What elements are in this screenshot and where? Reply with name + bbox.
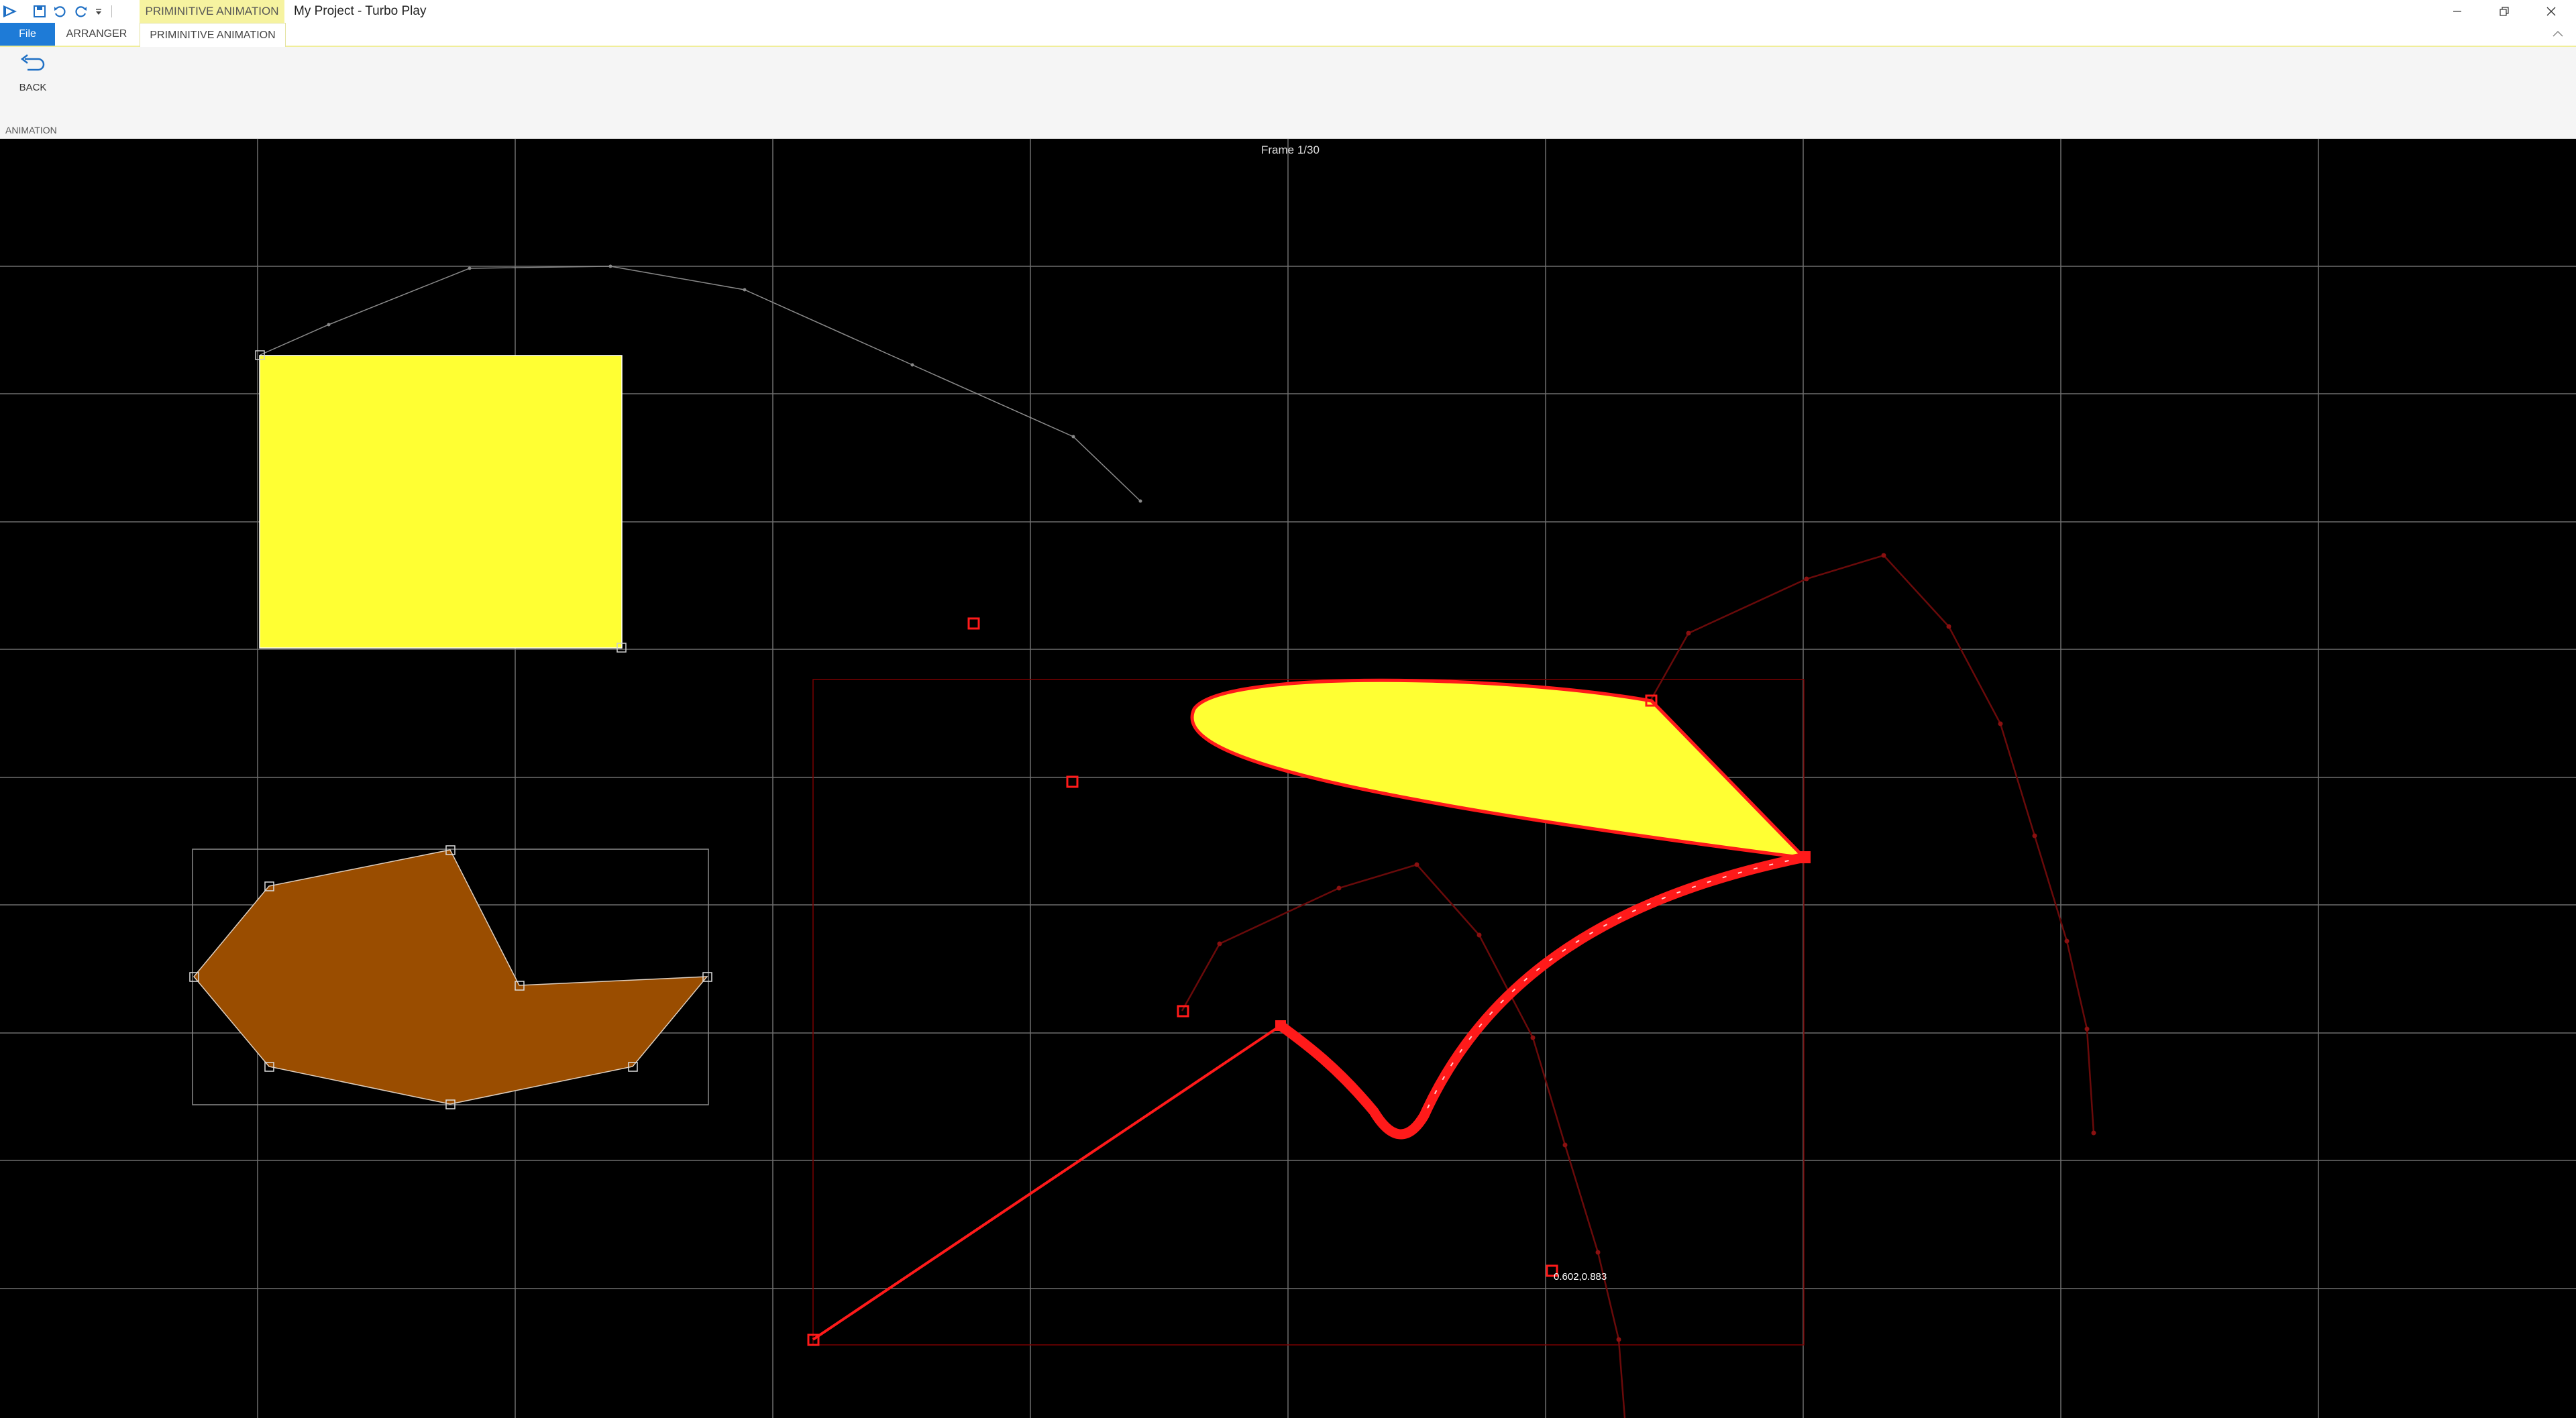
ribbon-group-label: ANIMATION: [5, 125, 57, 135]
dark-red-path-1-points: [1217, 862, 1621, 1342]
tab-arranger[interactable]: ARRANGER: [59, 23, 134, 46]
title-bar: PRIMINITIVE ANIMATION My Project - Turbo…: [0, 0, 2576, 23]
ribbon-tabs: File ARRANGER PRIMINITIVE ANIMATION: [0, 23, 2576, 48]
undo-icon[interactable]: [51, 3, 68, 19]
red-line-shape[interactable]: [812, 1024, 1282, 1341]
frame-indicator: Frame 1/30: [1261, 144, 1320, 156]
dark-red-motion-path-1[interactable]: [1181, 863, 1626, 1418]
save-icon[interactable]: [31, 3, 48, 19]
grid: [0, 139, 2576, 1418]
red-anchor-handle-2[interactable]: [1799, 851, 1811, 863]
redo-icon[interactable]: [72, 3, 90, 19]
back-arrow-icon: [20, 54, 45, 71]
tab-file[interactable]: File: [0, 23, 55, 46]
animation-canvas[interactable]: Frame 1/30 0.602,0.883: [0, 139, 2576, 1418]
collapse-ribbon-icon[interactable]: [2552, 27, 2564, 41]
close-button[interactable]: [2528, 0, 2575, 23]
separator: [111, 5, 112, 17]
close-icon: [2546, 7, 2556, 16]
restore-button[interactable]: [2481, 0, 2528, 23]
restore-icon: [2500, 7, 2509, 16]
app-logo-icon[interactable]: [1, 3, 19, 19]
minimize-icon: [2453, 11, 2461, 12]
coordinate-readout: 0.602,0.883: [1554, 1271, 1607, 1283]
ribbon-panel: BACK ANIMATION: [0, 47, 2576, 139]
red-bezier-stroke[interactable]: [1275, 852, 1810, 1140]
brown-polygon-shape[interactable]: [193, 849, 708, 1105]
context-tab-label: PRIMINITIVE ANIMATION: [140, 0, 284, 23]
red-anchor-handle-1[interactable]: [1275, 1020, 1286, 1031]
back-button-label: BACK: [19, 82, 47, 93]
canvas-drawing[interactable]: [0, 139, 2576, 1418]
yellow-ellipse-shape[interactable]: [1190, 678, 1809, 861]
customize-dropdown-icon[interactable]: [93, 3, 105, 19]
red-bezier-stroke-highlight: [1424, 857, 1805, 1116]
back-button[interactable]: BACK: [9, 54, 56, 107]
minimize-button[interactable]: [2434, 0, 2481, 23]
yellow-rectangle-shape[interactable]: [259, 355, 623, 649]
window-title: My Project - Turbo Play: [294, 4, 427, 18]
tab-primitive-animation[interactable]: PRIMINITIVE ANIMATION: [140, 23, 286, 48]
